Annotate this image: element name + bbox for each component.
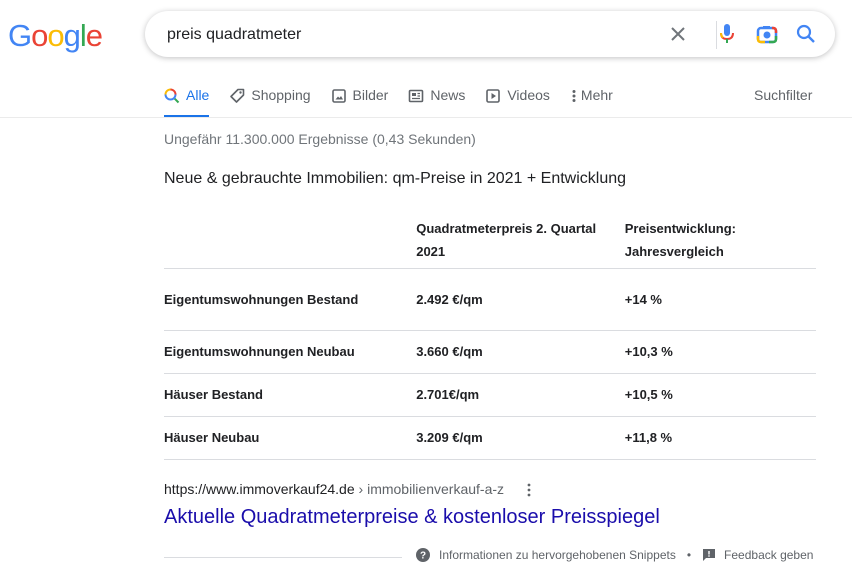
logo-letter: o (31, 18, 48, 53)
header-divider (0, 117, 852, 118)
table-cell: Eigentumswohnungen Neubau (164, 344, 355, 359)
play-icon (486, 89, 501, 103)
image-icon (331, 89, 346, 103)
footer-separator: • (686, 548, 692, 562)
snippet-heading: Neue & gebrauchte Immobilien: qm-Preise … (164, 170, 627, 187)
tab-more[interactable]: Mehr (570, 84, 613, 118)
microphone-icon[interactable] (715, 22, 739, 46)
newspaper-icon (409, 89, 424, 103)
camera-icon[interactable] (755, 22, 779, 46)
close-icon[interactable] (666, 22, 690, 46)
more-options-icon[interactable] (524, 482, 534, 498)
logo-letter: G (8, 18, 32, 53)
result-title-link[interactable]: Aktuelle Quadratmeterpreise & kostenlose… (164, 506, 660, 529)
svg-text:?: ? (420, 551, 426, 562)
table-cell: 3.209 €/qm (416, 430, 483, 445)
result-url[interactable]: https://www.immoverkauf24.de › immobilie… (164, 481, 504, 497)
table-cell: 2.492 €/qm (416, 291, 483, 307)
table-cell: +10,3 % (624, 344, 673, 359)
table-cell: +10,5 % (624, 387, 673, 402)
table-cell: 3.660 €/qm (416, 344, 483, 359)
table-row: Eigentumswohnungen Neubau 3.660 €/qm +10… (164, 330, 816, 373)
logo-letter: g (63, 18, 81, 53)
table-row: Häuser Bestand 2.701€/qm +10,5 % (164, 373, 816, 416)
table-cell: +14 % (624, 291, 662, 307)
google-logo[interactable]: Google (8, 18, 103, 54)
table-cell: Häuser Neubau (164, 430, 260, 445)
table-header (164, 211, 416, 268)
tab-videos[interactable]: Videos (485, 84, 550, 118)
logo-letter: o (47, 18, 64, 53)
table-row: Häuser Neubau 3.209 €/qm +11,8 % (164, 416, 816, 459)
help-icon: ? (416, 548, 430, 562)
snippet-table: Quadratmeterpreis 2. Quartal 2021 Preise… (164, 211, 816, 460)
tab-all[interactable]: Alle (164, 84, 210, 118)
logo-letter: e (85, 18, 103, 53)
more-vert-icon (572, 90, 576, 102)
feedback-label: Feedback geben (724, 548, 814, 562)
result-path: › immobilienverkauf-a-z (354, 481, 505, 497)
table-header: Preisentwicklung: Jahresvergleich (624, 221, 736, 259)
tab-news[interactable]: News (408, 84, 465, 118)
table-cell: +11,8 % (624, 430, 673, 445)
feedback-icon (703, 549, 716, 561)
search-tabs: Alle Shopping Bilder News Videos Mehr (164, 84, 633, 118)
table-cell: Eigentumswohnungen Bestand (164, 291, 359, 307)
table-header-row: Quadratmeterpreis 2. Quartal 2021 Preise… (164, 211, 816, 268)
tag-icon (230, 88, 245, 103)
tab-label: News (430, 87, 466, 103)
table-cell: Häuser Bestand (164, 387, 263, 402)
search-icon (164, 88, 180, 104)
tab-label: Shopping (251, 87, 311, 103)
snippet-footer: ? Informationen zu hervorgehobenen Snipp… (416, 548, 813, 562)
about-snippets-link[interactable]: ? Informationen zu hervorgehobenen Snipp… (416, 548, 676, 562)
table-row: Eigentumswohnungen Bestand 2.492 €/qm +1… (164, 268, 816, 330)
about-snippets-label: Informationen zu hervorgehobenen Snippet… (439, 548, 676, 562)
table-header: Quadratmeterpreis 2. Quartal 2021 (416, 221, 597, 259)
search-tools-button[interactable]: Suchfilter (754, 87, 812, 103)
result-domain: https://www.immoverkauf24.de (164, 481, 355, 497)
tab-shopping[interactable]: Shopping (229, 84, 311, 118)
feedback-link[interactable]: Feedback geben (702, 548, 813, 562)
search-box (145, 11, 835, 59)
search-icon[interactable] (794, 22, 818, 46)
tab-label: Mehr (580, 87, 613, 103)
tab-images[interactable]: Bilder (331, 84, 389, 118)
tab-label: Bilder (352, 87, 389, 103)
search-input[interactable] (165, 11, 649, 59)
snippet-footer-divider (164, 557, 402, 558)
table-cell: 2.701€/qm (416, 387, 480, 402)
tab-label: Videos (507, 87, 550, 103)
tab-label: Alle (186, 87, 210, 103)
result-stats: Ungefähr 11.300.000 Ergebnisse (0,43 Sek… (164, 131, 476, 147)
